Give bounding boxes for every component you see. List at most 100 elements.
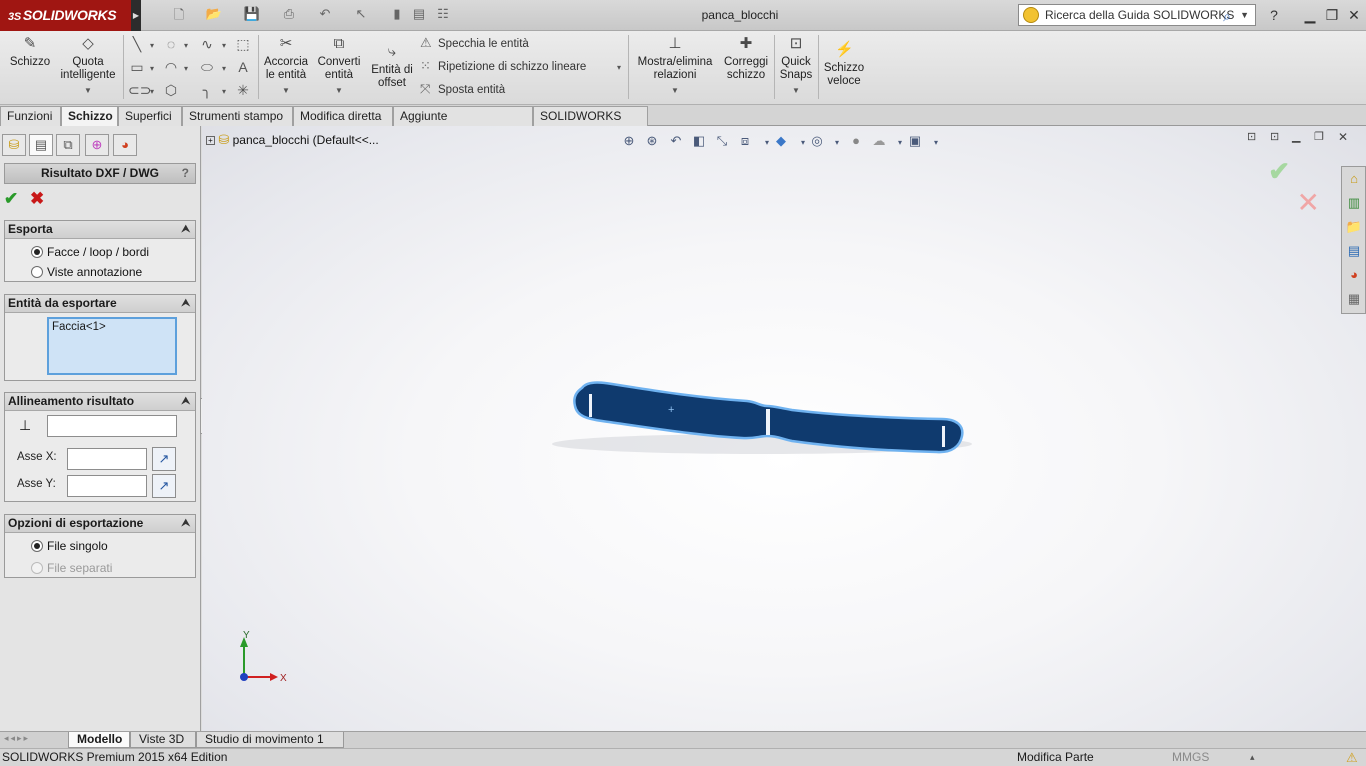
solidworks-logo[interactable]: 3S SOLIDWORKS: [0, 0, 131, 31]
convert-entities-button[interactable]: ⧉ Converti entità ▼: [314, 35, 364, 97]
select-icon[interactable]: ↖: [352, 6, 370, 24]
tab-modello[interactable]: Modello: [68, 732, 130, 748]
tab-modifica-diretta[interactable]: Modifica diretta: [293, 106, 393, 126]
viewport-tile-icon[interactable]: ⊡: [1247, 130, 1256, 143]
reverse-y-button[interactable]: ↗: [152, 474, 176, 498]
save-icon[interactable]: 💾: [243, 6, 261, 24]
confirm-corner-cancel-icon[interactable]: ✕: [1297, 186, 1320, 219]
rebuild-status-icon[interactable]: ⚠: [1346, 749, 1358, 766]
custom-properties-icon[interactable]: ▦: [1344, 289, 1364, 309]
feature-tree-tab[interactable]: ⛁: [2, 134, 26, 156]
units-dropdown-icon[interactable]: ▴: [1250, 749, 1255, 766]
linear-pattern-button[interactable]: ⁙ Ripetizione di schizzo lineare: [420, 57, 586, 75]
dynamic-annotation-icon[interactable]: ⤡: [713, 133, 731, 149]
tab-studio-movimento[interactable]: Studio di movimento 1: [196, 732, 344, 748]
tab-schizzo[interactable]: Schizzo: [61, 106, 118, 127]
undo-icon[interactable]: ↶: [316, 6, 334, 24]
export-options-group-header[interactable]: Opzioni di esportazione ⮝: [5, 515, 195, 533]
new-document-icon[interactable]: 🗋: [170, 6, 188, 24]
origin-field[interactable]: [47, 415, 177, 437]
chevron-down-icon[interactable]: ▼: [1240, 5, 1249, 25]
display-delete-relations-button[interactable]: ⊥ Mostra/elimina relazioni ▼: [634, 35, 716, 97]
circle-icon[interactable]: ◌: [162, 35, 180, 53]
graphics-area[interactable]: + ⛁ panca_blocchi (Default<<... ⊕ ⊛ ↶ ◧ …: [202, 126, 1366, 731]
entities-group-header[interactable]: Entità da esportare ⮝: [5, 295, 195, 313]
view-orientation-icon[interactable]: ⧈: [736, 133, 754, 149]
ok-button[interactable]: ✔: [4, 189, 18, 209]
flyout-feature-tree[interactable]: + ⛁ panca_blocchi (Default<<...: [206, 132, 379, 148]
viewport-tile-2-icon[interactable]: ⊡: [1270, 130, 1279, 143]
previous-view-icon[interactable]: ↶: [667, 133, 685, 149]
help-search-input[interactable]: Ricerca della Guida SOLIDWORKS ⌕ ▼: [1018, 4, 1256, 26]
point-icon[interactable]: ✳: [234, 81, 252, 99]
section-view-icon[interactable]: ◧: [690, 133, 708, 149]
radio-annotation-views[interactable]: Viste annotazione: [31, 265, 142, 279]
list-item[interactable]: Faccia<1>: [52, 321, 106, 333]
confirm-corner-accept-icon[interactable]: ✔: [1268, 156, 1290, 187]
menu-expand-icon[interactable]: ▶: [131, 0, 141, 31]
export-group-header[interactable]: Esporta ⮝: [5, 221, 195, 239]
sketch-button[interactable]: ✎ Schizzo: [6, 35, 54, 69]
collapse-icon[interactable]: ⮝: [182, 295, 191, 312]
x-axis-field[interactable]: [67, 448, 147, 470]
zoom-to-fit-icon[interactable]: ⊕: [620, 133, 638, 149]
file-explorer-icon[interactable]: ▤: [1344, 241, 1364, 261]
help-icon[interactable]: ?: [182, 164, 189, 183]
apply-scene-icon[interactable]: ☁: [870, 133, 888, 149]
radio-faces-loops-edges[interactable]: Facce / loop / bordi: [31, 245, 149, 259]
smart-dimension-button[interactable]: ◇ Quota intelligente ▼: [56, 35, 120, 97]
units-label[interactable]: MMGS: [1172, 749, 1209, 766]
collapse-icon[interactable]: ⮝: [182, 393, 191, 410]
search-icon[interactable]: ⌕: [1223, 6, 1231, 26]
tab-scroll-arrows[interactable]: ◂◂▸▸: [4, 733, 30, 744]
view-settings-icon[interactable]: ▣: [906, 133, 924, 149]
reverse-x-button[interactable]: ↗: [152, 447, 176, 471]
ellipse-icon[interactable]: ⬭: [198, 58, 216, 76]
text-icon[interactable]: A: [234, 58, 252, 76]
repair-sketch-button[interactable]: ✚ Correggi schizzo: [720, 35, 772, 82]
tab-superfici[interactable]: Superfici: [118, 106, 182, 126]
edit-appearance-icon[interactable]: ●: [847, 133, 865, 148]
tab-solidworks-mbd[interactable]: SOLIDWORKS MBD: [533, 106, 648, 141]
trim-entities-button[interactable]: ✂ Accorcia le entità ▼: [262, 35, 310, 97]
cancel-button[interactable]: ✖: [30, 189, 44, 209]
tab-aggiunte-solidworks[interactable]: Aggiunte SOLIDWORKS: [393, 106, 533, 141]
quick-snaps-button[interactable]: ⊡ Quick Snaps ▼: [776, 35, 816, 97]
offset-entities-button[interactable]: ⤷ Entità di offset: [366, 43, 418, 90]
property-manager-tab[interactable]: ▤: [29, 134, 53, 156]
minimize-button[interactable]: ▁: [1300, 6, 1320, 24]
collapse-icon[interactable]: ⮝: [182, 221, 191, 238]
part-model[interactable]: +: [542, 366, 982, 476]
home-icon[interactable]: ⌂: [1344, 169, 1364, 189]
help-icon[interactable]: ?: [1264, 6, 1284, 24]
y-axis-field[interactable]: [67, 475, 147, 497]
slot-icon[interactable]: ⊂⊃: [128, 81, 151, 99]
close-button[interactable]: ✕: [1344, 6, 1364, 24]
doc-minimize-icon[interactable]: ▁: [1292, 130, 1300, 143]
zoom-to-area-icon[interactable]: ⊛: [643, 133, 661, 149]
hide-show-items-icon[interactable]: ◎: [808, 133, 826, 149]
configuration-manager-tab[interactable]: ⧉: [56, 134, 80, 156]
tab-strumenti-stampo[interactable]: Strumenti stampo: [182, 106, 293, 126]
display-style-icon[interactable]: ◆: [772, 133, 790, 149]
rebuild-icon[interactable]: ▮: [388, 6, 406, 24]
doc-close-icon[interactable]: ✕: [1338, 130, 1348, 144]
rectangle-icon[interactable]: ▭: [128, 58, 146, 76]
spline-icon[interactable]: ∿: [198, 35, 216, 53]
collapse-icon[interactable]: ⮝: [182, 515, 191, 532]
line-icon[interactable]: ╲: [128, 35, 146, 53]
appearances-icon[interactable]: ◕: [1344, 265, 1364, 285]
design-library-icon[interactable]: 📁: [1344, 217, 1364, 237]
entities-listbox[interactable]: Faccia<1>: [47, 317, 177, 375]
options-icon[interactable]: ☷: [434, 6, 452, 24]
polygon-icon[interactable]: ⬡: [162, 81, 180, 99]
doc-restore-icon[interactable]: ❐: [1314, 130, 1324, 143]
alignment-group-header[interactable]: Allineamento risultato ⮝: [5, 393, 195, 411]
display-manager-tab[interactable]: ◕: [113, 134, 137, 156]
restore-button[interactable]: ❐: [1322, 6, 1342, 24]
expand-icon[interactable]: +: [206, 136, 215, 145]
tab-viste-3d[interactable]: Viste 3D: [130, 732, 196, 748]
print-icon[interactable]: ⎙: [280, 6, 298, 24]
arc-icon[interactable]: ◠: [162, 58, 180, 76]
rapid-sketch-button[interactable]: ⚡ Schizzo veloce: [820, 41, 868, 88]
